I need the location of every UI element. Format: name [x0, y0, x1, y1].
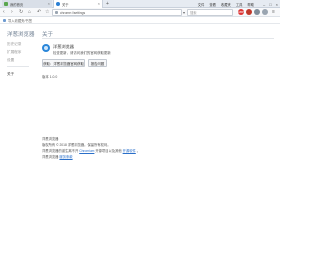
- window-controls: – □ ×: [263, 0, 278, 8]
- search-placeholder: 搜索: [190, 11, 197, 15]
- tab-about[interactable]: 关于 ×: [53, 0, 103, 8]
- forward-icon[interactable]: ›: [11, 9, 13, 16]
- browser-logo-icon: [42, 44, 50, 52]
- menu-tools[interactable]: 工具: [236, 2, 243, 7]
- folder-icon: [3, 18, 6, 22]
- footer-product: 洋葱浏览器: [42, 137, 59, 141]
- sidebar-item-history[interactable]: 历史记录: [7, 42, 21, 47]
- get-update-button[interactable]: 获取：洋葱浏览器官网获取: [42, 59, 85, 67]
- chromium-link[interactable]: Chromium: [79, 149, 94, 153]
- home-icon[interactable]: ⌂: [28, 9, 31, 16]
- search-input[interactable]: 搜索: [187, 9, 233, 16]
- browser-logo-icon: [56, 2, 60, 6]
- adblock-icon[interactable]: ABP: [238, 9, 244, 15]
- title-divider: [42, 38, 274, 39]
- menu-favorites[interactable]: 收藏夹: [221, 2, 231, 7]
- page-title: 关于: [42, 32, 54, 38]
- undo-icon[interactable]: ↶: [37, 9, 41, 16]
- tab-home[interactable]: 我的首页 ×: [2, 0, 52, 8]
- settings-icon[interactable]: [262, 9, 268, 15]
- close-tab-icon[interactable]: ×: [98, 1, 100, 6]
- back-icon[interactable]: ‹: [3, 9, 5, 16]
- update-status: 检查更新，请访问我们的官网获取更新: [53, 51, 111, 55]
- menu-file[interactable]: 文件: [198, 2, 205, 7]
- credits-middle: 开源项目以及其他: [95, 149, 122, 153]
- reload-icon[interactable]: ↻: [19, 9, 23, 16]
- maximize-button[interactable]: □: [269, 2, 271, 7]
- minimize-button[interactable]: –: [263, 2, 265, 7]
- terms-link[interactable]: 服务条款: [59, 155, 72, 159]
- page-icon: [55, 11, 58, 14]
- new-tab-button[interactable]: +: [106, 0, 109, 8]
- settings-sidebar: 洋葱浏览器 历史记录 扩展程序 设置 关于: [0, 24, 36, 270]
- version-text: 版本 1.0.0: [42, 75, 58, 79]
- browser-window: 我的首页 × 关于 × + 文件 查看 收藏夹 工具 帮助 – □ × ‹ › …: [0, 0, 280, 270]
- dropdown-icon[interactable]: ▾: [183, 9, 185, 16]
- menu-help[interactable]: 帮助: [247, 2, 254, 7]
- report-issue-button[interactable]: 报告问题: [88, 59, 107, 67]
- credits-prefix: 洋葱浏览器的诞生离不开: [42, 149, 79, 153]
- terms-prefix: 洋葱浏览器: [42, 155, 59, 159]
- sidebar-title: 洋葱浏览器: [7, 32, 35, 38]
- menu-bar: 文件 查看 收藏夹 工具 帮助: [198, 0, 254, 8]
- sidebar-divider: [7, 66, 29, 67]
- star-icon[interactable]: ☆: [45, 9, 49, 16]
- address-bar[interactable]: chrome://settings: [52, 9, 182, 16]
- close-window-button[interactable]: ×: [276, 2, 278, 7]
- close-tab-icon[interactable]: ×: [48, 1, 50, 6]
- menu-view[interactable]: 查看: [209, 2, 216, 7]
- downloads-icon[interactable]: [254, 9, 260, 15]
- url-text: chrome://settings: [60, 10, 86, 15]
- footer-terms: 洋葱浏览器 服务条款: [42, 154, 73, 159]
- sidebar-item-extensions[interactable]: 扩展程序: [7, 50, 21, 55]
- tab-strip: 我的首页 × 关于 × + 文件 查看 收藏夹 工具 帮助 – □ ×: [0, 0, 280, 8]
- sidebar-item-about[interactable]: 关于: [7, 72, 14, 77]
- navigation-toolbar: ‹ › ↻ ⌂ ↶ ☆ chrome://settings ▾ 搜索 ABP ≡: [0, 8, 280, 17]
- open-source-link[interactable]: 开源软件: [123, 149, 136, 153]
- about-page: 关于 洋葱浏览器 检查更新，请访问我们的官网获取更新 获取：洋葱浏览器官网获取 …: [38, 24, 280, 270]
- tab-label: 关于: [62, 2, 69, 7]
- footer-credits: 洋葱浏览器的诞生离不开 Chromium 开源项目以及其他 开源软件 。: [42, 148, 140, 153]
- extension-icon[interactable]: [246, 9, 252, 15]
- favorite-item-import[interactable]: 导入收藏夹/书签: [8, 18, 32, 23]
- credits-suffix: 。: [136, 149, 141, 153]
- home-page-icon: [4, 2, 8, 6]
- favorites-bar: 导入收藏夹/书签: [0, 17, 280, 24]
- footer-copyright: 版权所有 © 2018 洋葱浏览器。保留所有权利。: [42, 143, 111, 147]
- sidebar-item-settings[interactable]: 设置: [7, 58, 14, 63]
- tab-label: 我的首页: [10, 2, 24, 7]
- menu-icon[interactable]: ≡: [272, 9, 275, 16]
